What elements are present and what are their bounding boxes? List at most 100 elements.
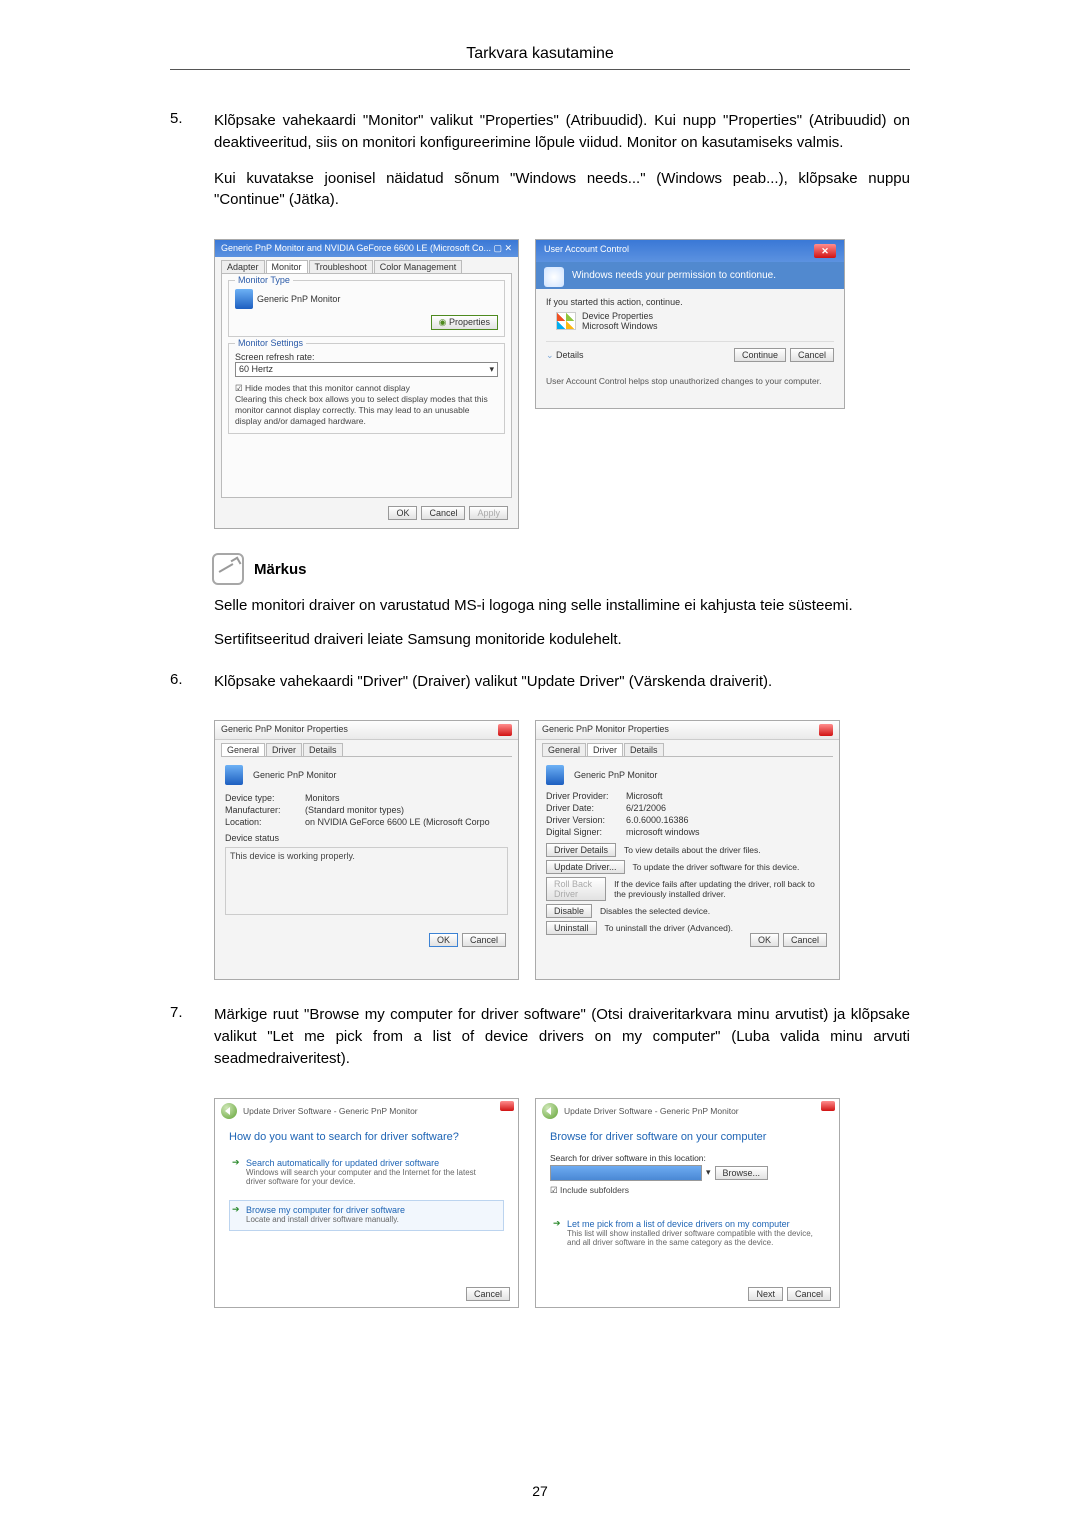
uac-program-publisher: Microsoft Windows (582, 321, 658, 331)
uac-details-toggle[interactable]: Details (556, 350, 584, 360)
prop-general-head: Generic PnP Monitor (253, 770, 336, 780)
monitor-type-group-label: Monitor Type (235, 275, 293, 285)
monitor-dialog-title: Generic PnP Monitor and NVIDIA GeForce 6… (221, 243, 491, 254)
step-7-text: Märkige ruut "Browse my computer for dri… (214, 1004, 910, 1069)
tab-driver[interactable]: Driver (266, 743, 302, 756)
monitor-icon (235, 289, 253, 309)
step-5-number: 5. (170, 110, 214, 225)
step-6: 6. Klõpsake vahekaardi "Driver" (Draiver… (170, 671, 910, 707)
shield-icon (544, 267, 564, 287)
uninstall-button[interactable]: Uninstall (546, 921, 597, 935)
wizard-breadcrumb: Update Driver Software - Generic PnP Mon… (243, 1106, 418, 1116)
continue-button[interactable]: Continue (734, 348, 786, 362)
include-subfolders-checkbox[interactable]: ☑ (550, 1185, 560, 1195)
driver-provider-value: Microsoft (626, 791, 829, 801)
browse-my-computer-option[interactable]: Browse my computer for driver software L… (229, 1200, 504, 1232)
tab-details[interactable]: Details (303, 743, 343, 756)
let-me-pick-option[interactable]: Let me pick from a list of device driver… (550, 1214, 825, 1255)
ok-button[interactable]: OK (750, 933, 779, 947)
manufacturer-label: Manufacturer: (225, 805, 305, 815)
driver-version-value: 6.0.6000.16386 (626, 815, 829, 825)
apply-button[interactable]: Apply (469, 506, 508, 520)
monitor-icon (546, 765, 564, 785)
step-5: 5. Klõpsake vahekaardi "Monitor" valikut… (170, 110, 910, 225)
close-icon[interactable] (500, 1101, 514, 1111)
back-icon[interactable] (221, 1103, 237, 1119)
update-driver-wizard-browse: Update Driver Software - Generic PnP Mon… (535, 1098, 840, 1308)
let-me-pick-title: Let me pick from a list of device driver… (567, 1219, 818, 1229)
uac-title: User Account Control (544, 244, 629, 258)
step-7-screenshots: Update Driver Software - Generic PnP Mon… (214, 1098, 910, 1308)
uac-dialog: User Account Control ✕ Windows needs you… (535, 239, 845, 409)
search-auto-desc: Windows will search your computer and th… (246, 1168, 497, 1187)
refresh-rate-select[interactable]: 60 Hertz▾ (235, 362, 498, 377)
tab-monitor[interactable]: Monitor (266, 260, 308, 273)
close-icon[interactable] (819, 724, 833, 736)
cancel-button[interactable]: Cancel (783, 933, 827, 947)
uac-program-name: Device Properties (582, 311, 658, 321)
disable-desc: Disables the selected device. (600, 906, 710, 916)
update-driver-button[interactable]: Update Driver... (546, 860, 625, 874)
driver-details-button[interactable]: Driver Details (546, 843, 616, 857)
cancel-button[interactable]: Cancel (790, 348, 834, 362)
chevron-down-icon[interactable]: ⌄ (546, 350, 556, 360)
browse-title: Browse my computer for driver software (246, 1205, 497, 1215)
disable-button[interactable]: Disable (546, 904, 592, 918)
uninstall-desc: To uninstall the driver (Advanced). (605, 923, 734, 933)
cancel-button[interactable]: Cancel (421, 506, 465, 520)
note-text-1: Selle monitori draiver on varustatud MS-… (214, 595, 910, 617)
close-icon[interactable] (821, 1101, 835, 1111)
step-5-screenshots: Generic PnP Monitor and NVIDIA GeForce 6… (214, 239, 910, 529)
cancel-button[interactable]: Cancel (787, 1287, 831, 1301)
chevron-down-icon: ▾ (489, 364, 494, 375)
tab-driver[interactable]: Driver (587, 743, 623, 756)
location-input[interactable] (550, 1165, 702, 1181)
tab-troubleshoot[interactable]: Troubleshoot (309, 260, 373, 273)
roll-back-driver-button[interactable]: Roll Back Driver (546, 877, 606, 901)
note-text-2: Sertifitseeritud draiveri leiate Samsung… (214, 629, 910, 651)
step-7: 7. Märkige ruut "Browse my computer for … (170, 1004, 910, 1083)
location-label: Location: (225, 817, 305, 827)
properties-button[interactable]: ◉ Properties (431, 315, 498, 330)
device-status-value: This device is working properly. (225, 847, 508, 915)
update-driver-wizard-search: Update Driver Software - Generic PnP Mon… (214, 1098, 519, 1308)
refresh-rate-label: Screen refresh rate: (235, 352, 498, 362)
tab-details[interactable]: Details (624, 743, 664, 756)
page-number: 27 (0, 1483, 1080, 1499)
uac-headline: Windows needs your permission to contion… (572, 270, 776, 281)
cancel-button[interactable]: Cancel (466, 1287, 510, 1301)
back-icon[interactable] (542, 1103, 558, 1119)
driver-date-value: 6/21/2006 (626, 803, 829, 813)
windows-icon (556, 312, 576, 330)
tab-general[interactable]: General (542, 743, 586, 756)
ok-button[interactable]: OK (388, 506, 417, 520)
search-automatically-option[interactable]: Search automatically for updated driver … (229, 1153, 504, 1194)
prop-driver-title: Generic PnP Monitor Properties (542, 724, 669, 736)
close-icon[interactable] (498, 724, 512, 736)
wizard1-heading: How do you want to search for driver sof… (229, 1131, 504, 1143)
uac-footer-text: User Account Control helps stop unauthor… (536, 370, 844, 390)
device-type-label: Device type: (225, 793, 305, 803)
tab-general[interactable]: General (221, 743, 265, 756)
note-label: Märkus (254, 561, 307, 578)
next-button[interactable]: Next (748, 1287, 783, 1301)
step-6-number: 6. (170, 671, 214, 707)
tab-color-management[interactable]: Color Management (374, 260, 463, 273)
step-6-screenshots: Generic PnP Monitor Properties General D… (214, 720, 910, 980)
ok-button[interactable]: OK (429, 933, 458, 947)
browse-button[interactable]: Browse... (715, 1166, 769, 1180)
tab-adapter[interactable]: Adapter (221, 260, 265, 273)
hide-modes-checkbox[interactable]: ☑ (235, 383, 245, 393)
digital-signer-label: Digital Signer: (546, 827, 626, 837)
let-me-pick-desc: This list will show installed driver sof… (567, 1229, 818, 1248)
driver-version-label: Driver Version: (546, 815, 626, 825)
close-icon[interactable]: ✕ (814, 244, 836, 258)
step-7-number: 7. (170, 1004, 214, 1083)
driver-provider-label: Driver Provider: (546, 791, 626, 801)
device-status-label: Device status (225, 833, 508, 843)
page-header-title: Tarkvara kasutamine (170, 45, 910, 63)
cancel-button[interactable]: Cancel (462, 933, 506, 947)
roll-back-desc: If the device fails after updating the d… (614, 879, 829, 899)
device-properties-general-dialog: Generic PnP Monitor Properties General D… (214, 720, 519, 980)
chevron-down-icon[interactable]: ▾ (706, 1167, 711, 1178)
